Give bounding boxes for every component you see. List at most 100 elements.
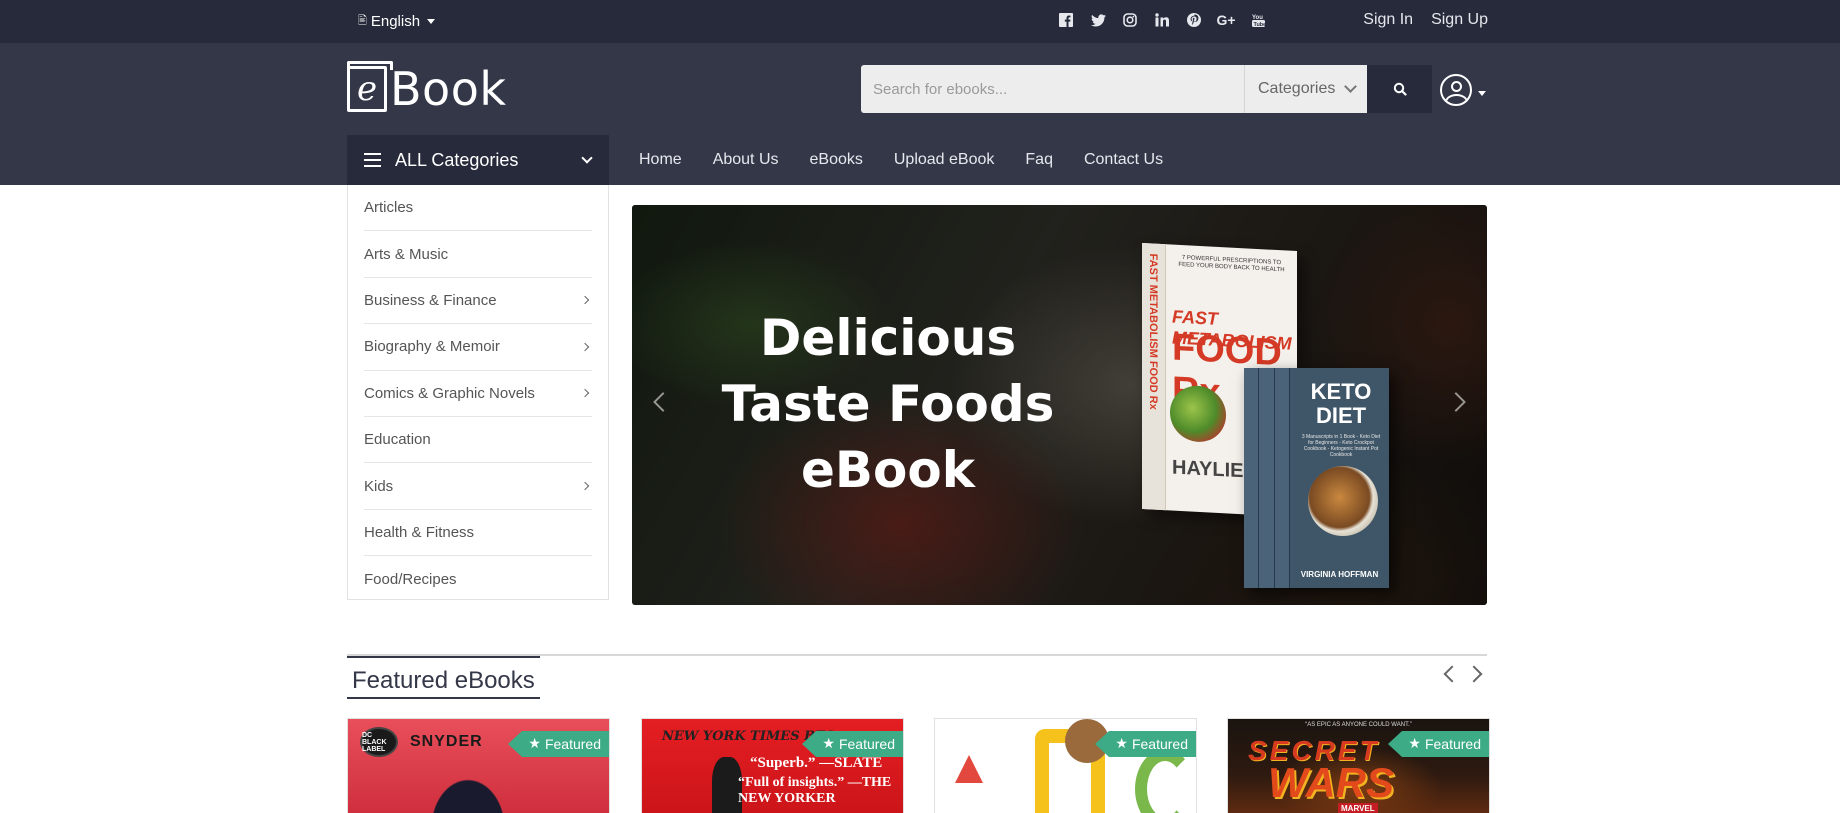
book-spines xyxy=(1244,368,1290,588)
book-title-line: DIET xyxy=(1315,403,1367,428)
featured-book-card[interactable]: NEW YORK TIMES BES “Superb.” —SLATE “Ful… xyxy=(641,718,904,813)
categories-sidebar: Articles Arts & Music Business & Finance… xyxy=(347,185,609,600)
caret-down-icon[interactable] xyxy=(1478,91,1486,96)
hero-banner[interactable]: Delicious Taste Foods eBook FAST METABOL… xyxy=(632,205,1487,605)
chevron-right-icon[interactable] xyxy=(1465,665,1483,683)
logo-text: Book xyxy=(390,62,507,116)
sidebar-item-education[interactable]: Education xyxy=(364,417,592,464)
sidebar-item-label: Kids xyxy=(364,477,394,495)
book-cover-shape xyxy=(955,755,983,783)
chevron-right-icon xyxy=(580,296,590,305)
youtube-icon[interactable]: You Tube xyxy=(1250,12,1266,28)
banner-title-line: Taste Foods xyxy=(721,375,1055,433)
star-icon: ★ xyxy=(822,735,835,751)
book-cover-quote: “Full of insights.” —THE NEW YORKER xyxy=(738,775,892,806)
categories-dropdown[interactable]: Categories xyxy=(1244,65,1367,113)
all-categories-button[interactable]: ALL Categories xyxy=(347,135,609,185)
book-description: 3 Manuscripts in 1 Book - Keto Diet for … xyxy=(1301,434,1381,458)
nav-contact-us[interactable]: Contact Us xyxy=(1084,151,1163,169)
nav-about-us[interactable]: About Us xyxy=(713,151,779,169)
featured-badge: ★ Featured xyxy=(508,731,609,757)
featured-book-card[interactable]: DC BLACK LABEL SNYDER ★ Featured xyxy=(347,718,610,813)
book-cover-quote: “Superb.” —SLATE xyxy=(750,755,883,771)
chevron-left-icon[interactable] xyxy=(1443,665,1461,683)
featured-badge: ★ Featured xyxy=(1388,731,1489,757)
caret-down-icon xyxy=(427,19,436,24)
nav-ebooks[interactable]: eBooks xyxy=(810,151,863,169)
chevron-down-icon xyxy=(1344,80,1357,93)
language-icon: 🖹 xyxy=(358,15,367,27)
categories-label: Categories xyxy=(1258,80,1336,97)
nav-upload-ebook[interactable]: Upload eBook xyxy=(894,151,995,169)
sidebar-item-label: Education xyxy=(364,431,431,449)
dish-image xyxy=(1308,466,1378,536)
linkedin-icon[interactable] xyxy=(1154,12,1170,28)
language-label: English xyxy=(370,13,421,30)
sidebar-item-label: Articles xyxy=(364,199,414,217)
sidebar-item-kids[interactable]: Kids xyxy=(364,463,592,510)
twitter-icon[interactable] xyxy=(1090,12,1106,28)
marvel-logo: MARVEL xyxy=(1338,803,1378,813)
book-cover-text: SNYDER xyxy=(410,733,483,750)
sign-up-link[interactable]: Sign Up xyxy=(1431,11,1488,29)
star-icon: ★ xyxy=(528,735,541,751)
site-logo[interactable]: e Book xyxy=(347,61,507,116)
search-button[interactable] xyxy=(1367,65,1432,113)
featured-badge: ★ Featured xyxy=(802,731,903,757)
book-cover-letter xyxy=(1135,749,1195,813)
sidebar-item-comics[interactable]: Comics & Graphic Novels xyxy=(364,371,592,417)
logo-book-icon: e xyxy=(347,61,393,112)
social-links: G+ You Tube xyxy=(1058,12,1266,28)
star-icon: ★ xyxy=(1115,735,1128,751)
google-plus-icon[interactable]: G+ xyxy=(1216,12,1235,28)
hamburger-icon xyxy=(364,153,381,167)
chevron-right-icon xyxy=(580,342,590,352)
sign-in-link[interactable]: Sign In xyxy=(1363,11,1413,29)
user-avatar-icon[interactable] xyxy=(1440,74,1472,106)
facebook-icon[interactable] xyxy=(1058,12,1074,28)
sidebar-item-label: Arts & Music xyxy=(364,245,449,263)
carousel-prev-arrow-icon[interactable] xyxy=(653,392,673,412)
featured-badge-label: Featured xyxy=(544,735,601,752)
language-selector[interactable]: 🖹 English xyxy=(358,12,436,31)
star-icon: ★ xyxy=(1408,735,1421,751)
featured-badge-label: Featured xyxy=(838,735,895,752)
featured-book-card[interactable]: ★ Featured xyxy=(934,718,1197,813)
nav-home[interactable]: Home xyxy=(639,151,682,169)
sidebar-item-label: Health & Fitness xyxy=(364,523,475,541)
auth-links: Sign In Sign Up xyxy=(1363,11,1488,29)
book-title-keto: KETO DIET xyxy=(1298,380,1384,428)
svg-text:Tube: Tube xyxy=(1253,22,1265,27)
sidebar-item-biography-memoir[interactable]: Biography & Memoir xyxy=(364,324,592,371)
featured-badge: ★ Featured xyxy=(1095,731,1196,757)
sidebar-item-articles[interactable]: Articles xyxy=(364,185,592,232)
book-cover-text: WARS xyxy=(1268,759,1394,806)
featured-book-card[interactable]: “AS EPIC AS ANYONE COULD WANT.” SECRET W… xyxy=(1227,718,1490,813)
banner-title: Delicious Taste Foods eBook xyxy=(718,305,1058,503)
carousel-next-arrow-icon[interactable] xyxy=(1446,392,1466,412)
book-author: VIRGINIA HOFFMAN xyxy=(1300,570,1379,579)
search-bar: Categories xyxy=(861,65,1367,113)
sidebar-item-food-recipes[interactable]: Food/Recipes xyxy=(364,556,592,602)
sidebar-item-health-fitness[interactable]: Health & Fitness xyxy=(364,510,592,557)
all-categories-label: ALL Categories xyxy=(395,149,519,170)
sidebar-item-arts-music[interactable]: Arts & Music xyxy=(364,231,592,278)
featured-badge-label: Featured xyxy=(1424,735,1481,752)
nav-faq[interactable]: Faq xyxy=(1025,151,1053,169)
book-spine: FAST METABOLISM FOOD Rx xyxy=(1142,242,1166,511)
main-nav: Home About Us eBooks Upload eBook Faq Co… xyxy=(639,151,1163,169)
featured-badge-label: Featured xyxy=(1131,735,1188,752)
chevron-right-icon xyxy=(580,389,590,398)
instagram-icon[interactable] xyxy=(1122,12,1138,28)
dc-logo: DC BLACK LABEL xyxy=(360,727,398,757)
book-subtitle: 7 POWERFUL PRESCRIPTIONS TO FEED YOUR BO… xyxy=(1178,255,1285,274)
featured-carousel-controls xyxy=(1443,665,1483,683)
pinterest-icon[interactable] xyxy=(1186,12,1202,28)
chevron-right-icon xyxy=(580,481,590,491)
banner-title-line: Delicious xyxy=(759,309,1017,367)
sidebar-item-business-finance[interactable]: Business & Finance xyxy=(364,278,592,325)
search-icon xyxy=(1393,82,1407,96)
featured-section-title: Featured eBooks xyxy=(347,656,540,699)
sidebar-item-label: Business & Finance xyxy=(364,291,497,309)
search-input[interactable] xyxy=(861,80,1241,98)
